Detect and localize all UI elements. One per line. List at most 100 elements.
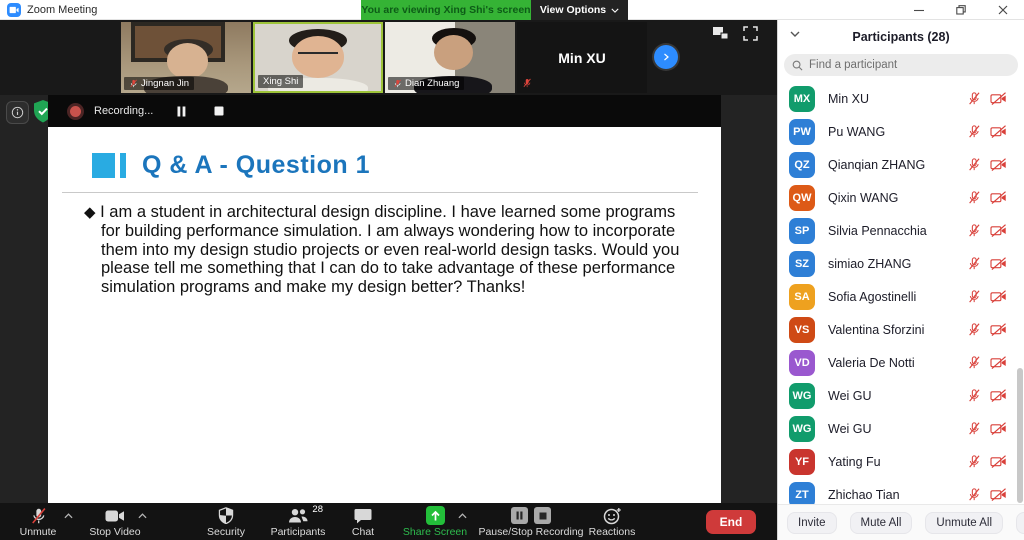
participant-name: simiao ZHANG — [828, 257, 967, 271]
view-options-button[interactable]: View Options — [531, 0, 628, 20]
video-tile-dian-zhuang[interactable]: Dian Zhuang — [385, 22, 515, 93]
presentation-slide: Q & A - Question 1 ◆ I am a student in a… — [48, 127, 721, 503]
minimize-button[interactable] — [898, 0, 940, 20]
participant-status-icons — [967, 322, 1007, 337]
stop-recording-button[interactable] — [209, 101, 229, 121]
participant-status-icons — [967, 487, 1007, 502]
share-options-chevron[interactable] — [458, 513, 467, 519]
recording-bar: Recording... — [48, 95, 721, 127]
stop-video-button[interactable]: Stop Video — [78, 506, 152, 538]
share-screen-button[interactable]: Share Screen — [396, 506, 474, 538]
meeting-toolbar: Unmute Stop Video Security — [0, 503, 777, 540]
muted-video-icon — [990, 256, 1007, 271]
muted-video-icon — [990, 289, 1007, 304]
participant-name: Qianqian ZHANG — [828, 158, 967, 172]
muted-video-icon — [990, 223, 1007, 238]
next-videos-button[interactable] — [654, 45, 678, 69]
invite-button[interactable]: Invite — [787, 512, 837, 534]
chat-button[interactable]: Chat — [340, 506, 386, 538]
video-tile-xing-shi-active[interactable]: Xing Shi — [253, 22, 383, 93]
smiley-icon — [603, 506, 622, 525]
zoom-meeting-window: Zoom Meeting You are viewing Xing Shi's … — [0, 0, 1024, 540]
slide-accent-square — [92, 153, 115, 178]
muted-video-icon — [990, 355, 1007, 370]
close-button[interactable] — [982, 0, 1024, 20]
chevron-right-icon — [660, 51, 672, 63]
participants-icon: 28 — [287, 506, 309, 525]
participant-row[interactable]: QZ Qianqian ZHANG — [778, 148, 1024, 181]
participant-status-icons — [967, 157, 1007, 172]
muted-video-icon — [990, 421, 1007, 436]
muted-video-icon — [990, 487, 1007, 502]
participant-row[interactable]: PW Pu WANG — [778, 115, 1024, 148]
avatar: VS — [789, 317, 815, 343]
participants-list: MX Min XU PW Pu WANG — [778, 82, 1024, 505]
stop-recording-icon — [534, 507, 551, 524]
participant-name-chip: Xing Shi — [258, 75, 303, 88]
reactions-button[interactable]: Reactions — [584, 506, 640, 538]
muted-mic-icon — [522, 77, 532, 89]
pause-stop-recording-button[interactable]: Pause/Stop Recording — [478, 506, 584, 538]
fullscreen-icon[interactable] — [743, 26, 760, 41]
window-title: Zoom Meeting — [27, 4, 97, 16]
unmute-all-button[interactable]: Unmute All — [925, 512, 1003, 534]
video-options-chevron[interactable] — [138, 513, 147, 519]
gallery-view-icon[interactable] — [712, 26, 729, 41]
muted-video-icon — [990, 157, 1007, 172]
muted-video-icon — [990, 190, 1007, 205]
participant-row[interactable]: VS Valentina Sforzini — [778, 313, 1024, 346]
participant-search-box[interactable] — [784, 54, 1018, 76]
video-camera-icon — [105, 506, 125, 525]
participant-name-label: Dian Zhuang — [405, 78, 459, 89]
end-meeting-button[interactable]: End — [706, 510, 756, 534]
tile-figure — [167, 43, 209, 79]
avatar: QW — [789, 185, 815, 211]
reactions-label: Reactions — [589, 526, 636, 538]
participant-name: Yating Fu — [828, 455, 967, 469]
participant-row[interactable]: YF Yating Fu — [778, 445, 1024, 478]
participant-row[interactable]: MX Min XU — [778, 82, 1024, 115]
participant-row[interactable]: VD Valeria De Notti — [778, 346, 1024, 379]
participant-row[interactable]: ZT Zhichao Tian — [778, 478, 1024, 505]
scrollbar-thumb[interactable] — [1017, 368, 1023, 503]
muted-mic-icon — [129, 78, 138, 89]
participant-row[interactable]: QW Qixin WANG — [778, 181, 1024, 214]
participant-row[interactable]: SP Silvia Pennacchia — [778, 214, 1024, 247]
security-label: Security — [207, 526, 245, 538]
mute-all-button[interactable]: Mute All — [850, 512, 913, 534]
search-input[interactable] — [809, 59, 989, 71]
participant-status-icons — [967, 124, 1007, 139]
unmute-button[interactable]: Unmute — [8, 506, 68, 538]
video-tile-min-xu[interactable]: Min XU — [517, 22, 647, 93]
more-options-button[interactable]: ... — [1016, 512, 1024, 534]
muted-video-icon — [990, 91, 1007, 106]
participants-button[interactable]: 28 Participants — [258, 506, 338, 538]
participant-row[interactable]: SA Sofia Agostinelli — [778, 280, 1024, 313]
participant-name: Silvia Pennacchia — [828, 224, 967, 238]
muted-video-icon — [990, 124, 1007, 139]
participant-status-icons — [967, 421, 1007, 436]
participant-name: Pu WANG — [828, 125, 967, 139]
muted-video-icon — [990, 454, 1007, 469]
participant-row[interactable]: WG Wei GU — [778, 412, 1024, 445]
shield-icon — [218, 506, 234, 525]
muted-mic-icon — [967, 289, 981, 304]
stop-video-label: Stop Video — [89, 526, 140, 538]
maximize-button[interactable] — [940, 0, 982, 20]
participants-label: Participants — [271, 526, 326, 538]
participant-row[interactable]: SZ simiao ZHANG — [778, 247, 1024, 280]
pause-recording-button[interactable] — [171, 101, 191, 121]
video-tile-jingnan-jin[interactable]: Jingnan Jin — [121, 22, 251, 93]
meeting-info-button[interactable] — [6, 101, 29, 124]
participant-name-chip: Dian Zhuang — [388, 77, 464, 90]
slide-accent-bar — [120, 153, 126, 178]
pause-stop-recording-label: Pause/Stop Recording — [478, 526, 583, 538]
security-button[interactable]: Security — [194, 506, 258, 538]
zoom-logo-icon — [7, 3, 21, 17]
share-screen-label: Share Screen — [403, 526, 467, 538]
audio-options-chevron[interactable] — [64, 513, 73, 519]
bullet-diamond: ◆ — [84, 204, 96, 221]
muted-mic-icon — [967, 91, 981, 106]
unmute-label: Unmute — [20, 526, 57, 538]
participant-row[interactable]: WG Wei GU — [778, 379, 1024, 412]
